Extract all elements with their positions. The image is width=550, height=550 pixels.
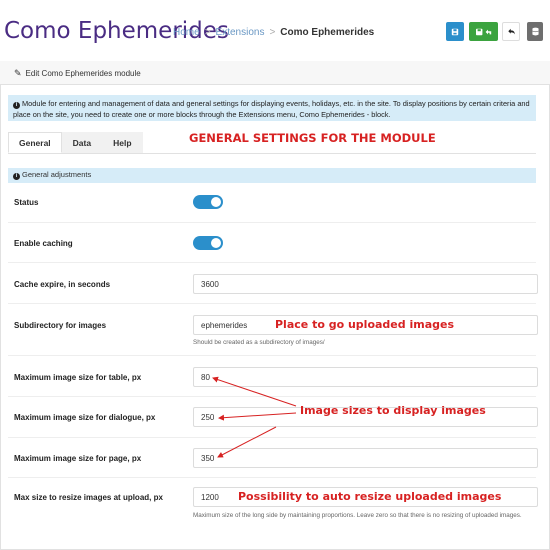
arrow-to-page-size — [217, 426, 277, 458]
arrow-to-dialogue-size — [218, 412, 297, 421]
annotation-arrows — [212, 376, 297, 458]
arrow-to-table-size — [212, 376, 297, 407]
